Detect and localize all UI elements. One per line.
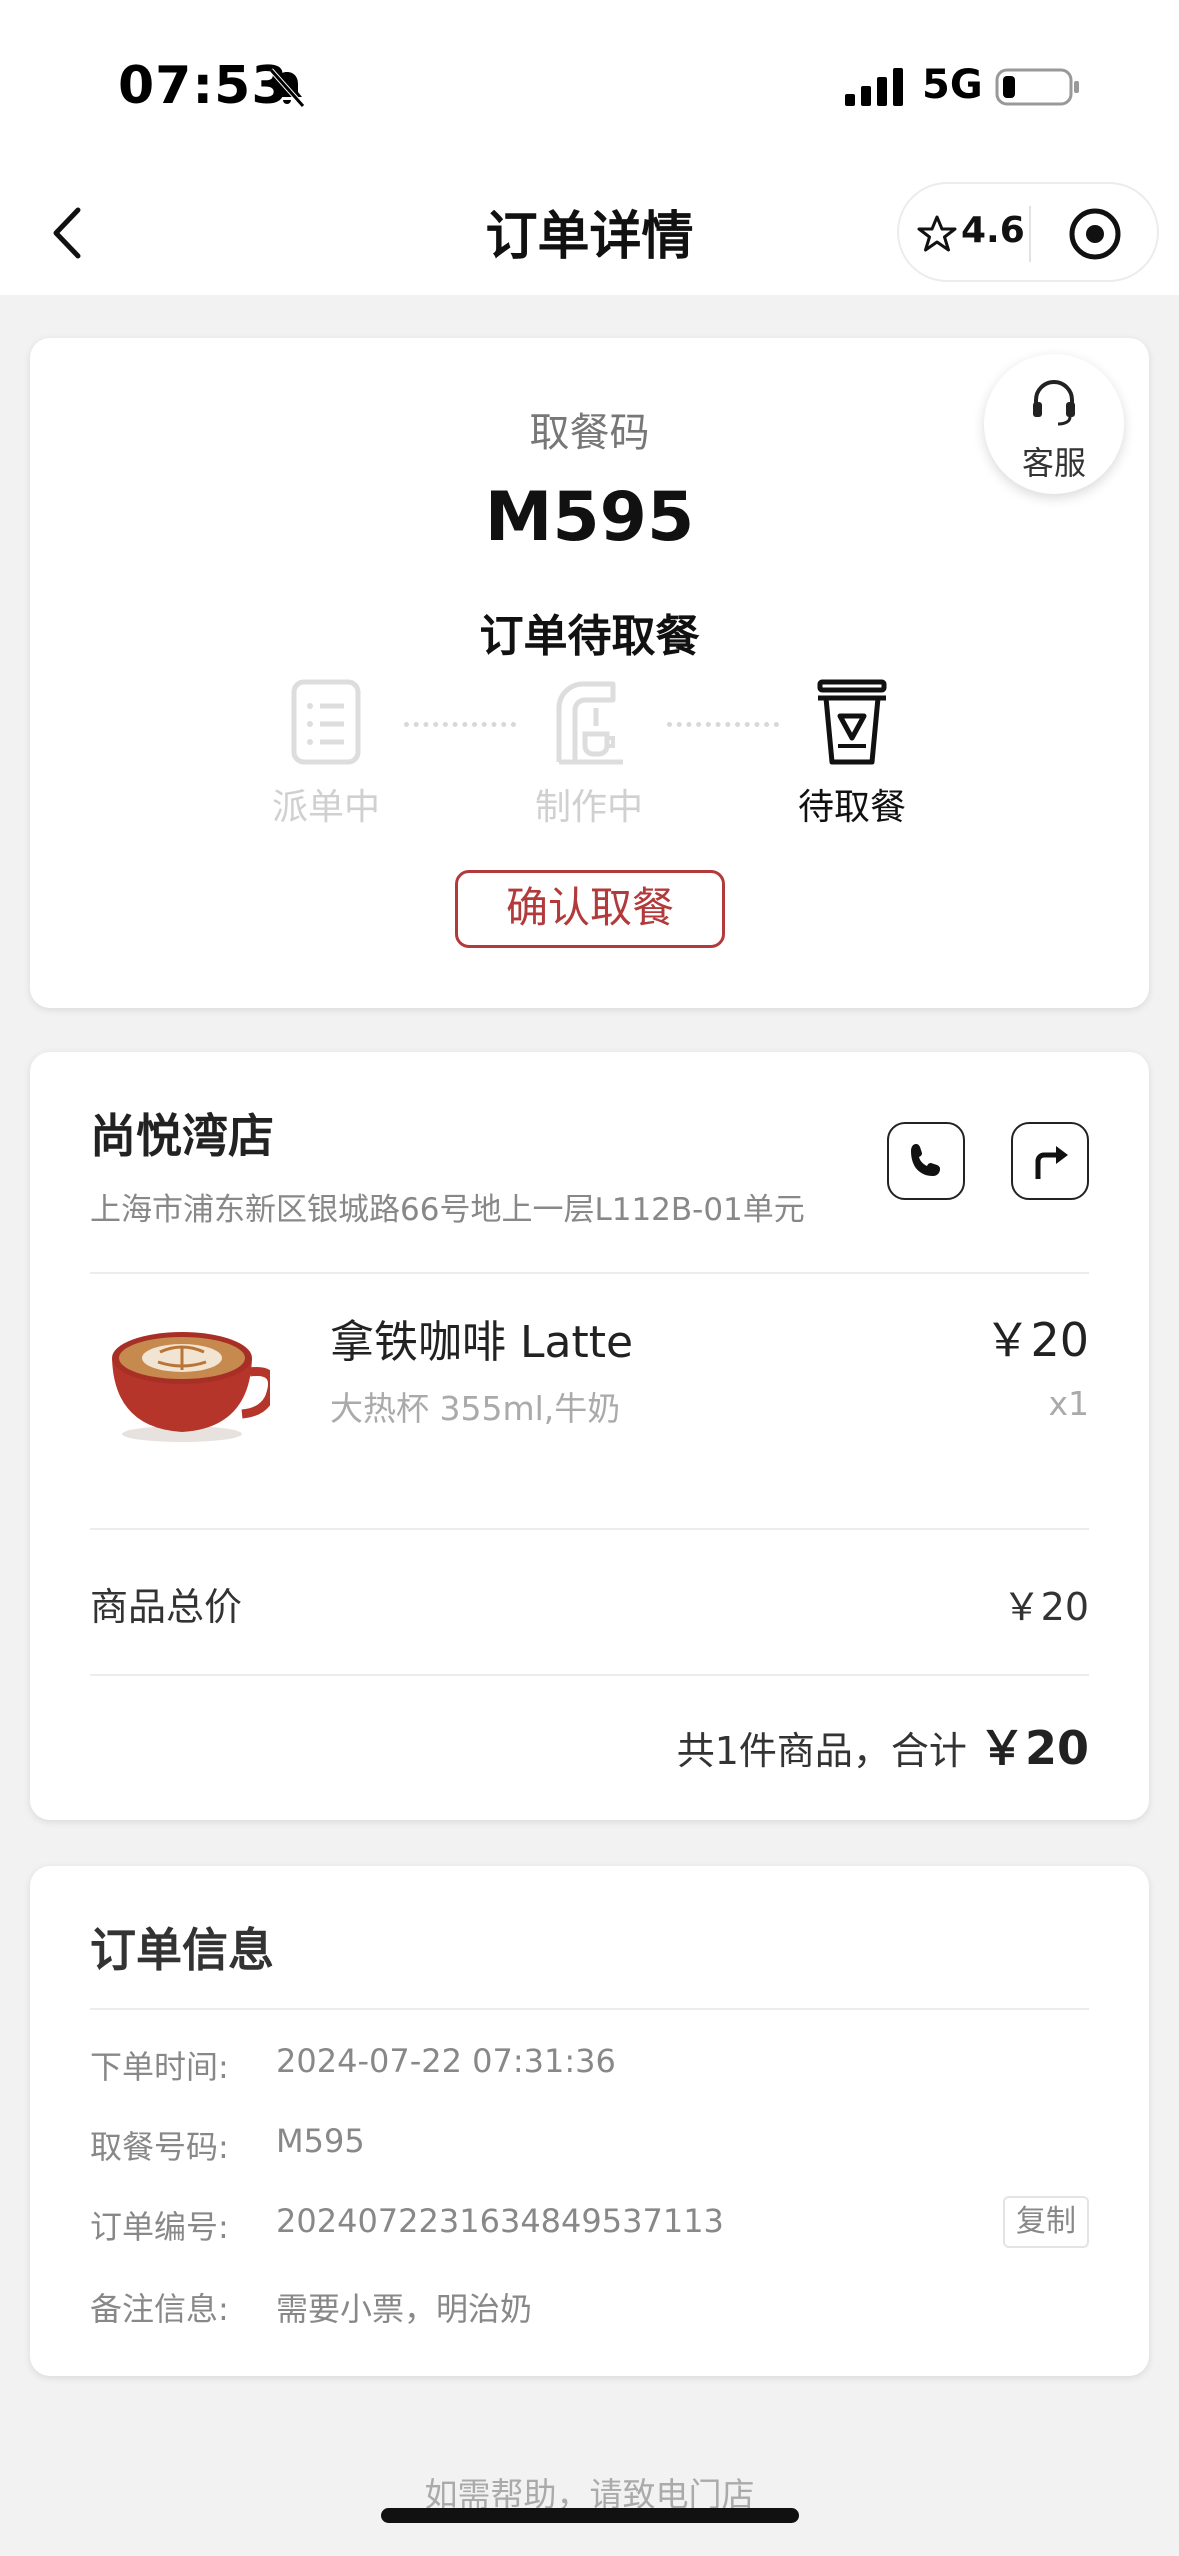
confirm-pickup-button[interactable]: 确认取餐	[455, 870, 725, 948]
pickup-number-row: 取餐号码: M595	[90, 2116, 1089, 2176]
cellular-signal-icon	[845, 68, 903, 106]
info-key: 取餐号码:	[90, 2128, 229, 2166]
info-key: 备注信息:	[90, 2290, 229, 2328]
order-summary: 共1件商品，合计 ￥20	[677, 1712, 1089, 1778]
coffee-machine-icon	[556, 681, 623, 765]
divider	[90, 2008, 1089, 2010]
divider	[90, 1528, 1089, 1530]
copy-button[interactable]: 复制	[1003, 2196, 1089, 2248]
takeaway-cup-icon	[817, 679, 887, 765]
order-number-row: 订单编号: 2024072231634849537113 复制	[90, 2196, 1089, 2256]
info-value: M595	[276, 2122, 365, 2160]
order-status-title: 订单待取餐	[479, 611, 700, 662]
goods-total-value: ￥20	[1002, 1585, 1089, 1629]
star-icon[interactable]	[917, 214, 957, 254]
mini-program-capsule: 4.6	[897, 182, 1159, 282]
info-value: 需要小票，明治奶	[276, 2290, 533, 2328]
status-time: 07:53	[118, 56, 289, 116]
divider	[90, 1272, 1089, 1274]
step-label: 制作中	[534, 787, 643, 828]
rating-value[interactable]: 4.6	[961, 210, 1025, 251]
pickup-code: M595	[484, 478, 695, 557]
capsule-divider	[1029, 206, 1031, 262]
info-key: 下单时间:	[90, 2048, 229, 2086]
goods-total-label: 商品总价	[90, 1585, 243, 1629]
product-quantity: x1	[1048, 1384, 1089, 1423]
store-address: 上海市浦东新区银城路66号地上一层L112B-01单元	[90, 1192, 805, 1228]
info-value: 2024072231634849537113	[276, 2202, 724, 2240]
store-name: 尚悦湾店	[90, 1109, 274, 1163]
call-store-button[interactable]	[887, 1122, 965, 1200]
summary-amount: ￥20	[978, 1721, 1089, 1775]
directions-icon	[1035, 1146, 1068, 1179]
pickup-card: 取餐码 M595 订单待取餐 客服 派单中 制作中 待取餐 确认取餐	[30, 338, 1149, 1008]
headset-icon	[1033, 380, 1075, 426]
latte-product-image	[112, 1332, 270, 1442]
product-name: 拿铁咖啡 Latte	[330, 1317, 634, 1368]
customer-service-button[interactable]: 客服	[984, 354, 1124, 494]
summary-text: 共1件商品，合计	[676, 1729, 967, 1773]
info-value: 2024-07-22 07:31:36	[276, 2042, 616, 2080]
step-dispatching: 派单中	[236, 678, 416, 828]
step-making: 制作中	[499, 678, 679, 828]
order-info-card: 订单信息 下单时间: 2024-07-22 07:31:36 取餐号码: M59…	[30, 1866, 1149, 2376]
info-key: 订单编号:	[90, 2208, 229, 2246]
product-price: ￥20	[984, 1313, 1089, 1367]
status-bar: 07:53 5G	[0, 0, 1179, 170]
nav-bar: 订单详情 4.6	[0, 170, 1179, 295]
step-label: 派单中	[271, 787, 380, 828]
order-time-row: 下单时间: 2024-07-22 07:31:36	[90, 2036, 1089, 2096]
network-type: 5G	[922, 62, 983, 108]
home-indicator[interactable]	[381, 2508, 799, 2523]
pickup-code-label: 取餐码	[529, 410, 650, 456]
remark-row: 备注信息: 需要小票，明治奶	[90, 2278, 1089, 2338]
step-label: 待取餐	[797, 787, 906, 828]
customer-service-label: 客服	[1021, 444, 1086, 482]
store-order-card: 尚悦湾店 上海市浦东新区银城路66号地上一层L112B-01单元 拿铁咖啡 La…	[30, 1052, 1149, 1820]
order-info-title: 订单信息	[90, 1923, 274, 1977]
step-ready-for-pickup: 待取餐	[762, 678, 942, 828]
divider	[90, 1674, 1089, 1676]
close-target-icon[interactable]	[1067, 206, 1123, 262]
navigate-button[interactable]	[1011, 1122, 1089, 1200]
bell-muted-icon	[269, 68, 305, 108]
product-spec: 大热杯 355ml,牛奶	[330, 1389, 621, 1428]
order-list-icon	[291, 679, 361, 765]
phone-icon	[911, 1144, 940, 1176]
battery-icon	[995, 68, 1079, 106]
